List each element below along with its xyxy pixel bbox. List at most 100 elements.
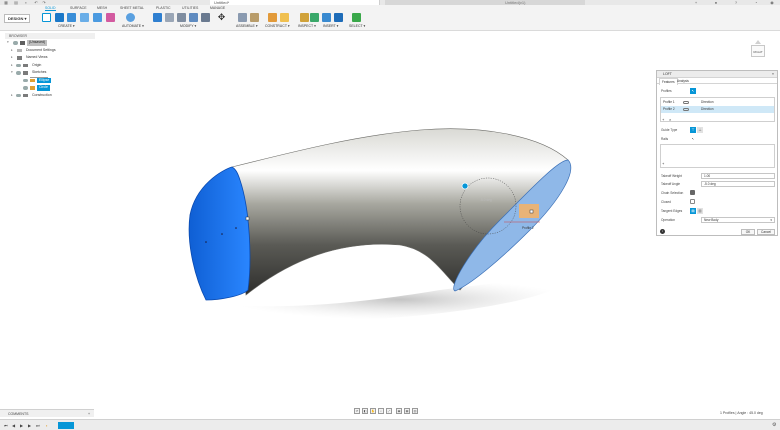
browser-root-node[interactable]: ▾ (Unsaved) <box>5 39 95 47</box>
visibility-icon[interactable] <box>683 108 689 111</box>
add-rail-icon[interactable]: + <box>662 161 664 166</box>
go-to-end-icon[interactable]: ⏭ <box>36 423 40 428</box>
closed-checkbox[interactable] <box>690 199 695 204</box>
ground-shadow <box>230 279 570 320</box>
comments-panel[interactable]: COMMENTS + <box>0 409 94 417</box>
browser-item-label: Origin <box>32 62 42 67</box>
ok-button[interactable]: OK <box>741 229 755 235</box>
dialog-menu-icon[interactable]: » <box>772 71 774 78</box>
look-at-icon[interactable]: ◧ <box>362 408 368 414</box>
takeoff-angle-input[interactable]: -5.0 deg <box>701 181 775 187</box>
continuity-value[interactable]: Direction <box>701 99 714 106</box>
expand-arrow-icon[interactable]: ▸ <box>11 54 15 62</box>
visibility-icon[interactable] <box>16 71 21 75</box>
vertex-point[interactable] <box>245 216 250 221</box>
folder-icon <box>17 56 22 60</box>
takeoff-weight-input[interactable]: 1.00 <box>701 173 775 179</box>
continuity-value[interactable]: Direction <box>701 106 714 113</box>
collapse-arrow-icon[interactable]: ▾ <box>11 69 15 77</box>
expand-arrow-icon[interactable]: ▸ <box>11 62 15 70</box>
browser-item-document-settings[interactable]: ▸ Document Settings <box>5 47 95 55</box>
grid-settings-icon[interactable]: ▦ <box>404 408 410 414</box>
cancel-button[interactable]: Cancel <box>757 229 775 235</box>
zoom-icon[interactable]: ⌕ <box>378 408 384 414</box>
rails-select-button[interactable]: ↖ <box>690 136 696 142</box>
browser-item-origin[interactable]: ▸ Origin <box>5 62 95 70</box>
fit-icon[interactable]: ⤢ <box>386 408 392 414</box>
play-icon[interactable]: ▶ <box>20 423 24 428</box>
rails-label: Rails <box>661 137 669 141</box>
tangent-edges-label: Tangent Edges <box>661 209 683 213</box>
expand-arrow-icon[interactable]: ▸ <box>11 47 15 55</box>
profile-row-label: Profile 1 <box>663 100 675 104</box>
vertex-point[interactable] <box>529 209 534 214</box>
gear-icon[interactable]: ⚙ <box>772 422 776 428</box>
angle-manipulator-arrow[interactable] <box>519 204 539 218</box>
profiles-select-button[interactable]: ↖ <box>690 88 696 94</box>
comments-label: COMMENTS <box>8 412 29 416</box>
visibility-icon[interactable] <box>683 101 689 104</box>
browser-item-label: Document Settings <box>26 47 56 52</box>
visibility-icon[interactable] <box>23 78 28 82</box>
sketch-icon <box>30 78 35 82</box>
browser-item-sketches[interactable]: ▾ Sketches <box>5 69 95 78</box>
sketch-point <box>221 233 223 235</box>
folder-icon <box>23 63 28 67</box>
dialog-tabs: Features Analysis <box>657 78 777 85</box>
folder-icon <box>23 71 28 75</box>
profile-row-1[interactable]: Profile 1 Direction <box>661 99 774 106</box>
sketch-point <box>235 227 237 229</box>
profile-row-2[interactable]: Profile 2 Direction <box>661 106 774 113</box>
angle-manipulator-handle[interactable] <box>461 182 469 190</box>
viewcube-top-arrow-icon[interactable] <box>755 40 761 44</box>
rails-list[interactable] <box>660 144 775 168</box>
tab-analysis[interactable]: Analysis <box>675 78 691 84</box>
guide-centerline-button[interactable]: ⊥ <box>697 127 703 133</box>
display-settings-icon[interactable]: ▣ <box>396 408 402 414</box>
browser-item-label: Named Views <box>26 55 48 59</box>
operation-value: New Body <box>704 218 719 222</box>
step-forward-icon[interactable]: ▶ <box>28 423 32 428</box>
viewcube-face[interactable]: RIGHT <box>751 45 765 57</box>
dialog-title: LOFT <box>663 72 672 76</box>
browser-item-named-views[interactable]: ▸ Named Views <box>5 54 95 62</box>
viewcube[interactable]: RIGHT <box>748 40 768 60</box>
dialog-title-bar[interactable]: LOFT » <box>657 71 777 78</box>
tangent-edges-merge-button[interactable]: ▤ <box>690 208 696 214</box>
folder-icon <box>23 93 28 97</box>
chevron-down-icon: ▾ <box>770 218 772 222</box>
browser-item-construction[interactable]: ▸ Construction <box>5 92 95 100</box>
timeline-sketch-icon[interactable]: ▪ <box>46 423 50 428</box>
visibility-icon[interactable] <box>16 93 21 97</box>
browser-item-circle-sketch[interactable]: Circle <box>5 84 95 92</box>
info-icon[interactable]: i <box>660 229 665 234</box>
start-profile-face[interactable] <box>188 166 251 301</box>
add-profile-icon[interactable]: + <box>662 117 664 122</box>
sketch-icon <box>30 86 35 90</box>
chain-selection-checkbox[interactable] <box>690 190 695 195</box>
orbit-icon[interactable]: ⟳ <box>354 408 360 414</box>
manipulator-value-label[interactable]: -5.0 deg <box>480 198 492 202</box>
tangent-edges-keep-button[interactable]: ▥ <box>697 208 703 214</box>
sketch-point <box>205 241 207 243</box>
component-icon <box>20 41 25 45</box>
visibility-icon[interactable] <box>13 41 18 45</box>
viewports-icon[interactable]: ▥ <box>412 408 418 414</box>
remove-profile-icon[interactable]: × <box>669 117 671 122</box>
operation-select[interactable]: New Body ▾ <box>701 217 775 223</box>
pan-icon[interactable]: ✋ <box>370 408 376 414</box>
profile-tag-label: Profile 2 <box>522 226 534 230</box>
browser-root-label: (Unsaved) <box>27 40 48 46</box>
step-back-icon[interactable]: ◀ <box>12 423 16 428</box>
operation-label: Operation <box>661 218 675 222</box>
expand-arrow-icon[interactable]: ▸ <box>11 92 15 100</box>
go-to-start-icon[interactable]: ⏮ <box>4 423 8 428</box>
browser-item-ellipse-sketch[interactable]: Ellipse <box>5 77 95 85</box>
visibility-icon[interactable] <box>23 86 28 90</box>
collapse-arrow-icon[interactable]: ▾ <box>7 39 11 47</box>
chain-selection-label: Chain Selection <box>661 191 684 195</box>
guide-rails-button[interactable]: ⊤ <box>690 127 696 133</box>
add-comment-icon[interactable]: + <box>88 410 90 418</box>
visibility-icon[interactable] <box>16 63 21 67</box>
timeline-feature-marker[interactable] <box>58 422 74 429</box>
